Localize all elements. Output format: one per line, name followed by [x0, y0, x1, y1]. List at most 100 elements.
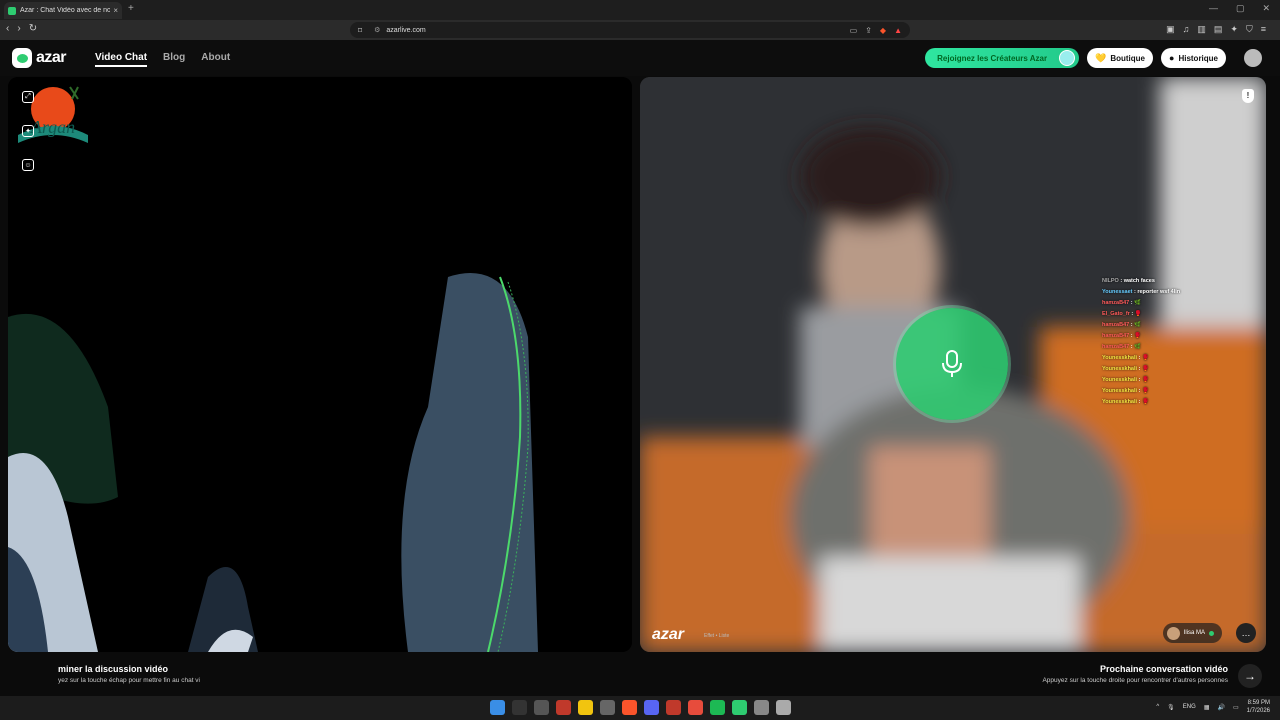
minimize-button[interactable]: —: [1209, 3, 1218, 14]
tabs-icon[interactable]: ▤: [1214, 24, 1223, 35]
chat-username: hamzaB47: [1102, 300, 1130, 306]
browser-tab-azar[interactable]: Azar : Chat Vidéo avec de no ×: [4, 2, 122, 19]
tab-close-icon[interactable]: ×: [113, 6, 118, 15]
creator-avatar: [1059, 50, 1076, 66]
microphone-icon: [942, 350, 962, 377]
chat-text: 🌿: [1134, 344, 1141, 350]
nav-video-chat[interactable]: Video Chat: [95, 52, 148, 67]
brave-rewards-icon[interactable]: ▲: [894, 26, 902, 35]
chat-message: Younesskhali : 🥊: [1102, 386, 1180, 397]
history-button[interactable]: ● Historique: [1161, 48, 1226, 68]
chat-username: Younesskhali: [1102, 377, 1138, 383]
store-icon[interactable]: [600, 700, 615, 715]
sticker-icon[interactable]: ☺: [22, 159, 34, 171]
azar-logo[interactable]: azar: [12, 48, 67, 68]
tab-title: Azar : Chat Vidéo avec de no: [20, 7, 111, 14]
share-icon[interactable]: ⇪: [865, 26, 872, 35]
chat-message: hamzaB47 : 🌿: [1102, 298, 1180, 309]
browser-tabstrip: Azar : Chat Vidéo avec de no × + — ▢ ✕: [0, 0, 1280, 20]
chat-username: Younesskhali: [1102, 355, 1138, 361]
cast-icon[interactable]: ▭: [850, 26, 858, 35]
effects-icon[interactable]: ✦: [22, 125, 34, 137]
shop-button[interactable]: 💛 Boutique: [1087, 48, 1153, 68]
file-explorer-icon[interactable]: [578, 700, 593, 715]
clock-date: 1/7/2026: [1246, 708, 1270, 714]
chat-text: 🥊: [1134, 311, 1142, 317]
user-avatar-icon[interactable]: [1244, 49, 1262, 67]
wallet-icon[interactable]: ▣: [1166, 24, 1175, 35]
partner-video-panel: ! NILPO : watch faces Younessaet : report…: [640, 77, 1266, 652]
extensions-icon[interactable]: ✦: [1230, 24, 1238, 35]
next-arrow-button[interactable]: →: [1238, 664, 1262, 688]
fullscreen-icon[interactable]: ⤢: [22, 91, 34, 103]
live-chat-overlay: NILPO : watch faces Younessaet : reporter…: [1102, 276, 1180, 408]
volume-icon[interactable]: 🔊: [1217, 704, 1224, 711]
chat-text: 🥊: [1141, 377, 1149, 383]
close-window-button[interactable]: ✕: [1262, 3, 1270, 14]
chat-username: Younesskhali: [1102, 366, 1138, 372]
record-app-icon[interactable]: [688, 700, 703, 715]
app-grey-icon[interactable]: [754, 700, 769, 715]
clock[interactable]: 8:59 PM 1/7/2026: [1247, 699, 1270, 715]
nav-blog[interactable]: Blog: [163, 52, 185, 67]
partner-avatar: [1166, 626, 1180, 640]
chat-text: 🥊: [1141, 355, 1149, 361]
back-arrow-icon[interactable]: ‹: [6, 23, 9, 34]
app-red-icon[interactable]: [556, 700, 571, 715]
creators-cta-button[interactable]: Rejoignez les Créateurs Azar: [925, 48, 1080, 68]
chat-message: NILPO : watch faces: [1102, 276, 1180, 287]
settings-icon[interactable]: [776, 700, 791, 715]
chat-message: Younesskhali : 🥊: [1102, 397, 1180, 408]
menu-icon[interactable]: ≡: [1261, 24, 1266, 35]
discord-icon[interactable]: [644, 700, 659, 715]
chat-text: 🌿: [1134, 322, 1141, 328]
report-shield-icon[interactable]: !: [1242, 89, 1254, 103]
app-red2-icon[interactable]: [666, 700, 681, 715]
chat-username: NILPO: [1102, 278, 1119, 284]
chat-username: hamzaB47: [1102, 344, 1130, 350]
reload-icon[interactable]: ↻: [29, 23, 37, 34]
svg-text:Argan: Argan: [30, 117, 75, 137]
mic-tray-icon[interactable]: 🎙: [1167, 704, 1175, 711]
shop-label: Boutique: [1110, 53, 1145, 63]
chat-message: Younesskhali : 🥊: [1102, 353, 1180, 364]
play-app-icon[interactable]: [732, 700, 747, 715]
window-controls: — ▢ ✕: [1209, 3, 1270, 14]
next-chat-title[interactable]: Prochaine conversation vidéo: [1100, 664, 1228, 674]
bookmark-icon[interactable]: ⌑: [358, 26, 362, 35]
vpn-icon[interactable]: ⛉: [1246, 24, 1253, 35]
clock-time: 8:59 PM: [1247, 700, 1270, 706]
chat-message: Younesskhali : 🥊: [1102, 364, 1180, 375]
nav-about[interactable]: About: [201, 52, 230, 67]
new-tab-button[interactable]: +: [128, 3, 134, 14]
battery-icon[interactable]: ▭: [1233, 704, 1239, 711]
chat-bubble-icon[interactable]: …: [1236, 623, 1256, 643]
end-chat-title[interactable]: miner la discussion vidéo: [58, 664, 168, 674]
site-info-icon[interactable]: ⚙: [374, 26, 380, 34]
address-bar[interactable]: ⌑ ⚙ azarlive.com ▭ ⇪ ◆ ▲: [350, 22, 910, 38]
brave-shields-icon[interactable]: ◆: [880, 26, 886, 35]
logo-text: azar: [36, 49, 67, 66]
network-icon[interactable]: ▦: [1204, 704, 1210, 711]
chat-username: Younessaet: [1102, 289, 1133, 295]
chat-text: 🥊: [1134, 333, 1141, 339]
windows-start-icon[interactable]: [490, 700, 505, 715]
chat-username: El_Gato_fr: [1102, 311, 1130, 317]
chat-message: Younesskhali : 🥊: [1102, 375, 1180, 386]
tray-chevron-icon[interactable]: ^: [1156, 704, 1159, 710]
chat-message: Younessaet : reporter wsf 4lin: [1102, 287, 1180, 298]
chat-message: El_Gato_fr : 🥊: [1102, 309, 1180, 320]
watermark-sub: Effet • Liste: [704, 633, 730, 639]
music-icon[interactable]: ♫: [1183, 24, 1190, 35]
forward-arrow-icon[interactable]: ›: [17, 23, 20, 34]
partner-info[interactable]: Ilisa MA: [1162, 623, 1222, 643]
brave-browser-icon[interactable]: [622, 700, 637, 715]
spotify-icon[interactable]: [710, 700, 725, 715]
chat-text: reporter wsf 4lin: [1137, 289, 1181, 295]
task-view-icon[interactable]: [534, 700, 549, 715]
url-text[interactable]: azarlive.com: [386, 27, 425, 34]
sidebar-icon[interactable]: ▥: [1197, 24, 1206, 35]
language-indicator[interactable]: ENG: [1183, 704, 1196, 710]
maximize-button[interactable]: ▢: [1236, 3, 1245, 14]
search-icon[interactable]: [512, 700, 527, 715]
